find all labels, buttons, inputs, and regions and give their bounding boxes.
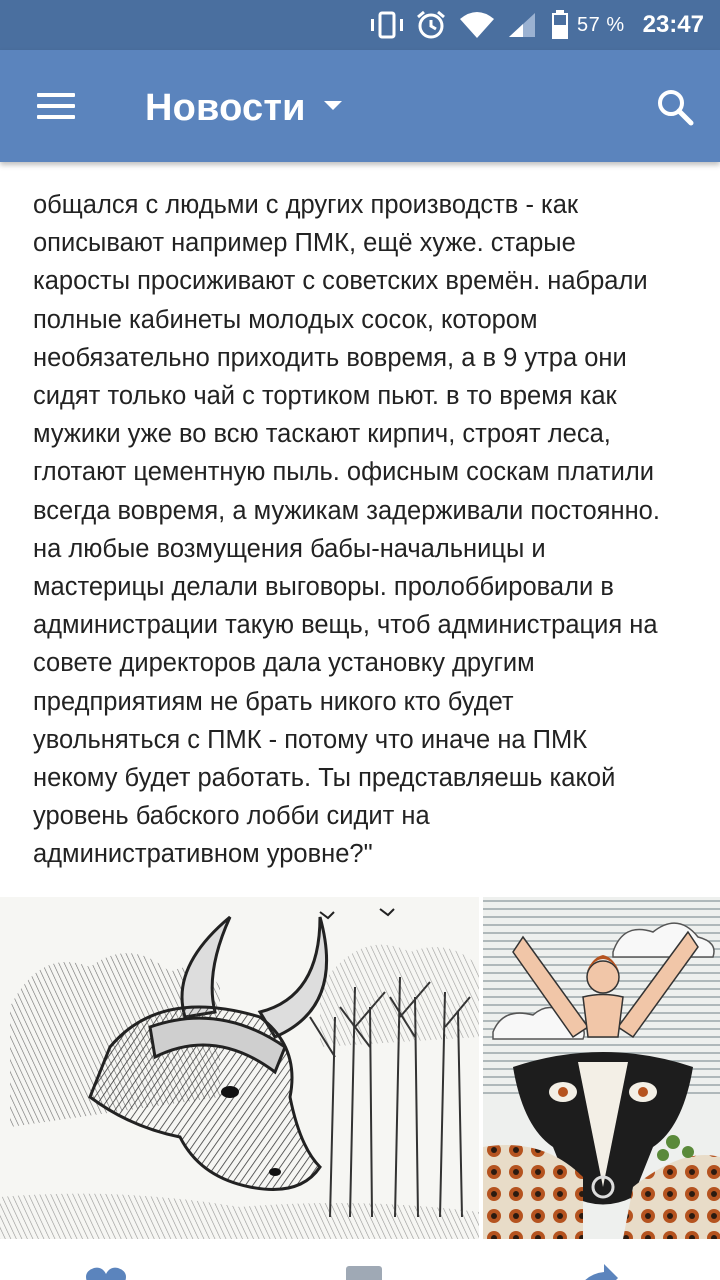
section-dropdown[interactable]: Новости — [145, 80, 342, 136]
post-text: общался с людьми с других производств - … — [33, 191, 660, 869]
share-button[interactable] — [574, 1264, 634, 1280]
search-button[interactable] — [650, 82, 700, 132]
post-image-folk-art[interactable] — [483, 897, 720, 1239]
hamburger-menu-icon — [37, 93, 75, 119]
page-title: Новости — [145, 86, 306, 129]
vibrate-icon — [367, 0, 407, 50]
clock-time: 23:47 — [642, 11, 704, 38]
battery-icon — [551, 0, 569, 50]
wifi-icon — [459, 0, 495, 50]
search-icon — [658, 90, 694, 126]
share-icon — [585, 1264, 618, 1280]
battery-percent: 57 % — [577, 13, 625, 36]
like-icon — [86, 1267, 126, 1280]
post-image-bull[interactable] — [0, 897, 479, 1239]
caret-down-icon — [323, 100, 342, 110]
post-actions — [0, 1252, 720, 1280]
signal-icon — [507, 0, 537, 50]
alarm-icon — [415, 0, 447, 50]
status-bar: 57 % 23:47 — [0, 0, 720, 50]
menu-button[interactable] — [22, 80, 90, 132]
comment-icon — [346, 1266, 382, 1280]
like-button[interactable] — [84, 1264, 144, 1280]
app-bar: Новости — [0, 50, 720, 162]
comment-button[interactable] — [344, 1264, 384, 1280]
